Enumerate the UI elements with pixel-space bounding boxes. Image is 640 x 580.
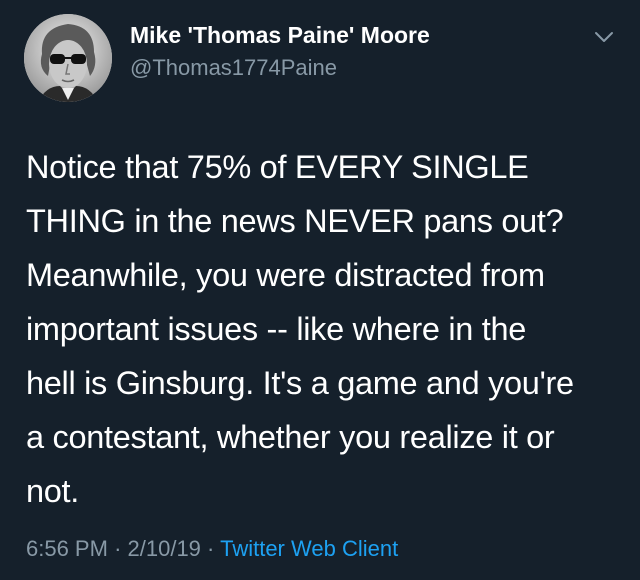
author-handle[interactable]: @Thomas1774Paine [130, 55, 337, 81]
tweet-card: Mike 'Thomas Paine' Moore @Thomas1774Pai… [0, 0, 640, 580]
meta-separator: · [114, 536, 122, 561]
tweet-menu-button[interactable] [591, 27, 617, 47]
tweet-date[interactable]: 2/10/19 [128, 536, 201, 561]
tweet-text: Notice that 75% of EVERY SINGLE THING in… [26, 149, 574, 509]
tweet-metadata: 6:56 PM · 2/10/19 · Twitter Web Client [26, 536, 398, 562]
tweet-time[interactable]: 6:56 PM [26, 536, 108, 561]
meta-separator: · [207, 536, 215, 561]
chevron-down-icon [595, 32, 613, 42]
tweet-source-link[interactable]: Twitter Web Client [220, 536, 398, 561]
author-display-name[interactable]: Mike 'Thomas Paine' Moore [130, 22, 430, 49]
author-avatar[interactable] [24, 14, 112, 102]
portrait-with-sunglasses-avatar [24, 14, 112, 102]
